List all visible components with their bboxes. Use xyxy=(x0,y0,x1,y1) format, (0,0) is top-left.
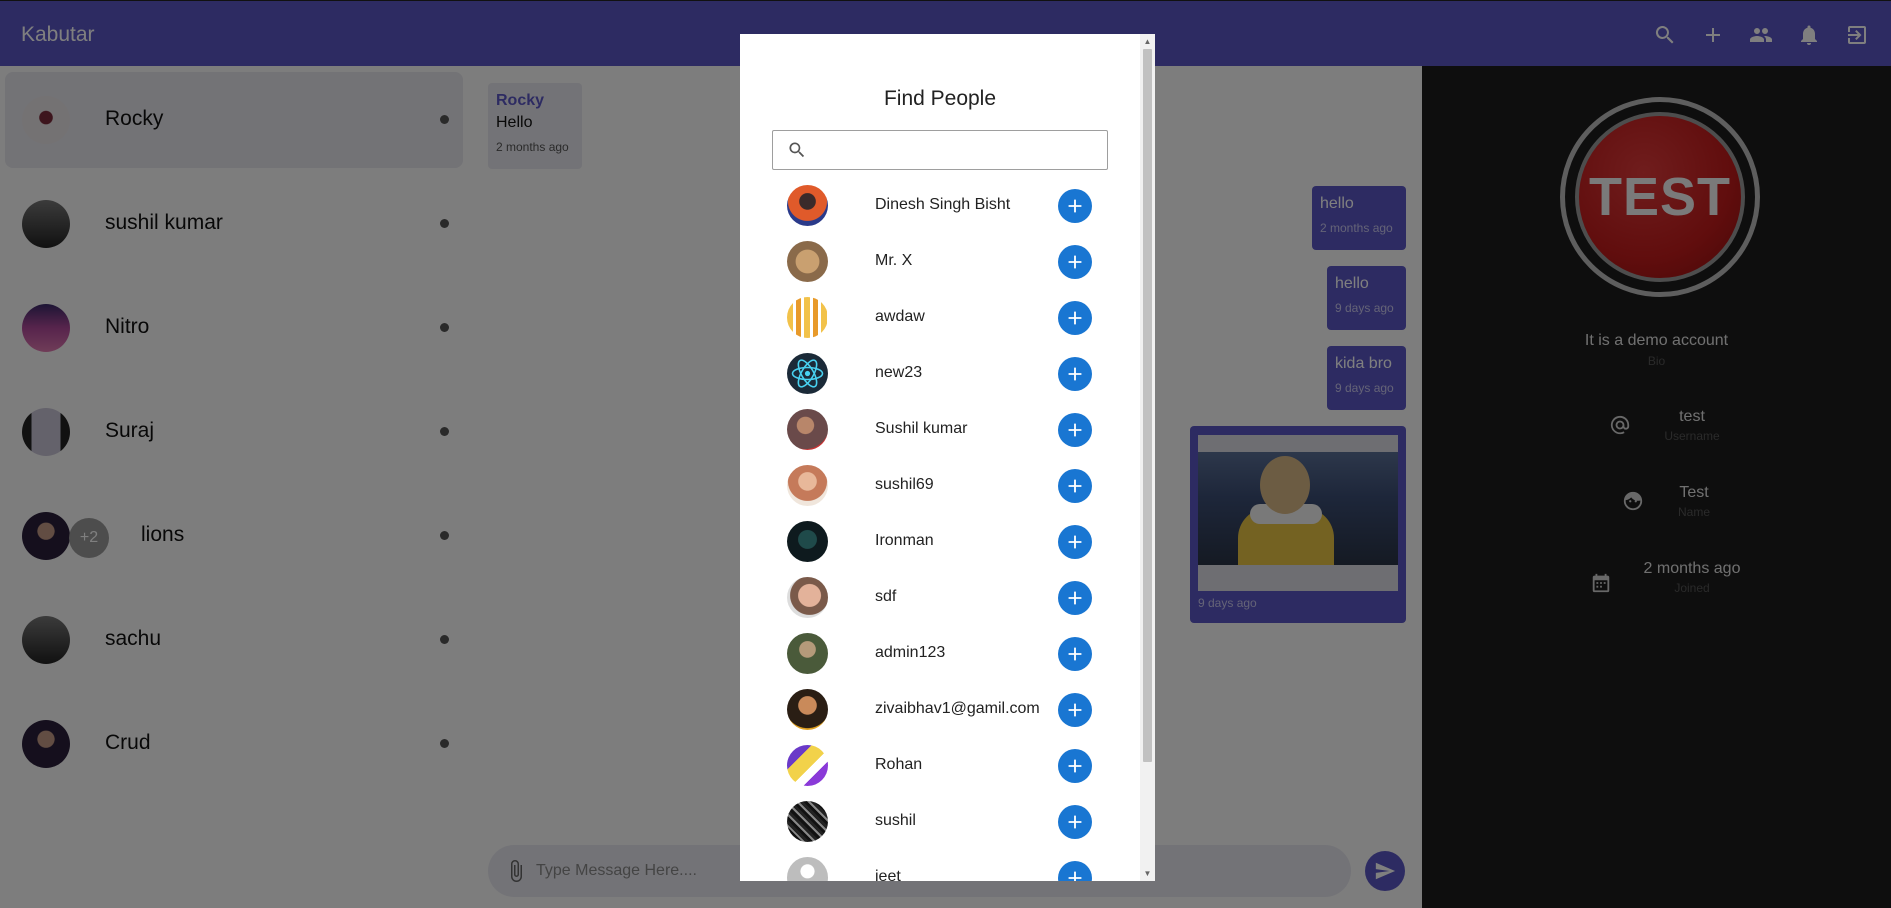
plus-icon xyxy=(1068,535,1082,549)
person-avatar xyxy=(787,241,828,282)
add-friend-button[interactable] xyxy=(1058,413,1092,447)
person-row: jeet xyxy=(772,850,1108,881)
add-friend-button[interactable] xyxy=(1058,301,1092,335)
add-friend-button[interactable] xyxy=(1058,245,1092,279)
person-name: sushil69 xyxy=(875,476,934,493)
dialog-scrollbar[interactable]: ▲ ▼ xyxy=(1140,34,1155,881)
add-friend-button[interactable] xyxy=(1058,693,1092,727)
scroll-down-arrow-icon[interactable]: ▼ xyxy=(1143,869,1152,878)
person-name: new23 xyxy=(875,364,923,381)
person-name: sushil xyxy=(875,812,916,829)
person-row: sdf xyxy=(772,570,1108,626)
person-name: zivaibhav1@gamil.com xyxy=(875,700,1040,717)
scrollbar-thumb[interactable] xyxy=(1143,49,1152,762)
plus-icon xyxy=(1068,255,1082,269)
plus-icon xyxy=(1068,703,1082,717)
plus-icon xyxy=(1068,647,1082,661)
person-avatar xyxy=(787,521,828,562)
dialog-title: Find People xyxy=(883,87,997,110)
person-row: admin123 xyxy=(772,626,1108,682)
person-row: Rohan xyxy=(772,738,1108,794)
add-friend-button[interactable] xyxy=(1058,525,1092,559)
plus-icon xyxy=(1068,815,1082,829)
person-name: awdaw xyxy=(875,308,925,325)
person-avatar xyxy=(787,577,828,618)
person-row: Ironman xyxy=(772,514,1108,570)
find-people-dialog: Find People Dinesh Singh Bisht Mr. X awd… xyxy=(740,34,1155,881)
add-friend-button[interactable] xyxy=(1058,581,1092,615)
person-row: sushil69 xyxy=(772,458,1108,514)
person-avatar xyxy=(787,409,828,450)
react-logo-icon xyxy=(791,359,824,388)
plus-icon xyxy=(1068,199,1082,213)
search-icon xyxy=(787,140,809,162)
add-friend-button[interactable] xyxy=(1058,469,1092,503)
person-name: Dinesh Singh Bisht xyxy=(875,196,1011,213)
person-avatar xyxy=(787,801,828,842)
scroll-up-arrow-icon[interactable]: ▲ xyxy=(1143,37,1152,46)
plus-icon xyxy=(1068,423,1082,437)
plus-icon xyxy=(1068,759,1082,773)
person-avatar xyxy=(787,857,828,881)
add-friend-button[interactable] xyxy=(1058,357,1092,391)
person-avatar xyxy=(787,689,828,730)
add-friend-button[interactable] xyxy=(1058,861,1092,881)
add-friend-button[interactable] xyxy=(1058,637,1092,671)
person-name: Sushil kumar xyxy=(875,420,968,437)
plus-icon xyxy=(1068,479,1082,493)
person-row: sushil xyxy=(772,794,1108,850)
person-name: Ironman xyxy=(875,532,934,549)
add-friend-button[interactable] xyxy=(1058,189,1092,223)
person-avatar xyxy=(787,297,828,338)
person-name: Rohan xyxy=(875,756,923,773)
person-row: Sushil kumar xyxy=(772,402,1108,458)
plus-icon xyxy=(1068,367,1082,381)
person-avatar xyxy=(787,633,828,674)
person-avatar xyxy=(787,185,828,226)
add-friend-button[interactable] xyxy=(1058,805,1092,839)
plus-icon xyxy=(1068,311,1082,325)
person-name: sdf xyxy=(875,588,897,605)
person-avatar xyxy=(787,353,828,394)
person-name: admin123 xyxy=(875,644,946,661)
person-avatar xyxy=(787,465,828,506)
person-name: jeet xyxy=(875,868,901,881)
plus-icon xyxy=(1068,871,1082,881)
plus-icon xyxy=(1068,591,1082,605)
person-avatar xyxy=(787,745,828,786)
people-search-input[interactable] xyxy=(817,137,1097,163)
people-search-box xyxy=(772,130,1108,170)
person-row: Mr. X xyxy=(772,234,1108,290)
person-row: Dinesh Singh Bisht xyxy=(772,178,1108,234)
add-friend-button[interactable] xyxy=(1058,749,1092,783)
person-row: awdaw xyxy=(772,290,1108,346)
person-row: zivaibhav1@gamil.com xyxy=(772,682,1108,738)
person-row: new23 xyxy=(772,346,1108,402)
person-name: Mr. X xyxy=(875,252,913,269)
